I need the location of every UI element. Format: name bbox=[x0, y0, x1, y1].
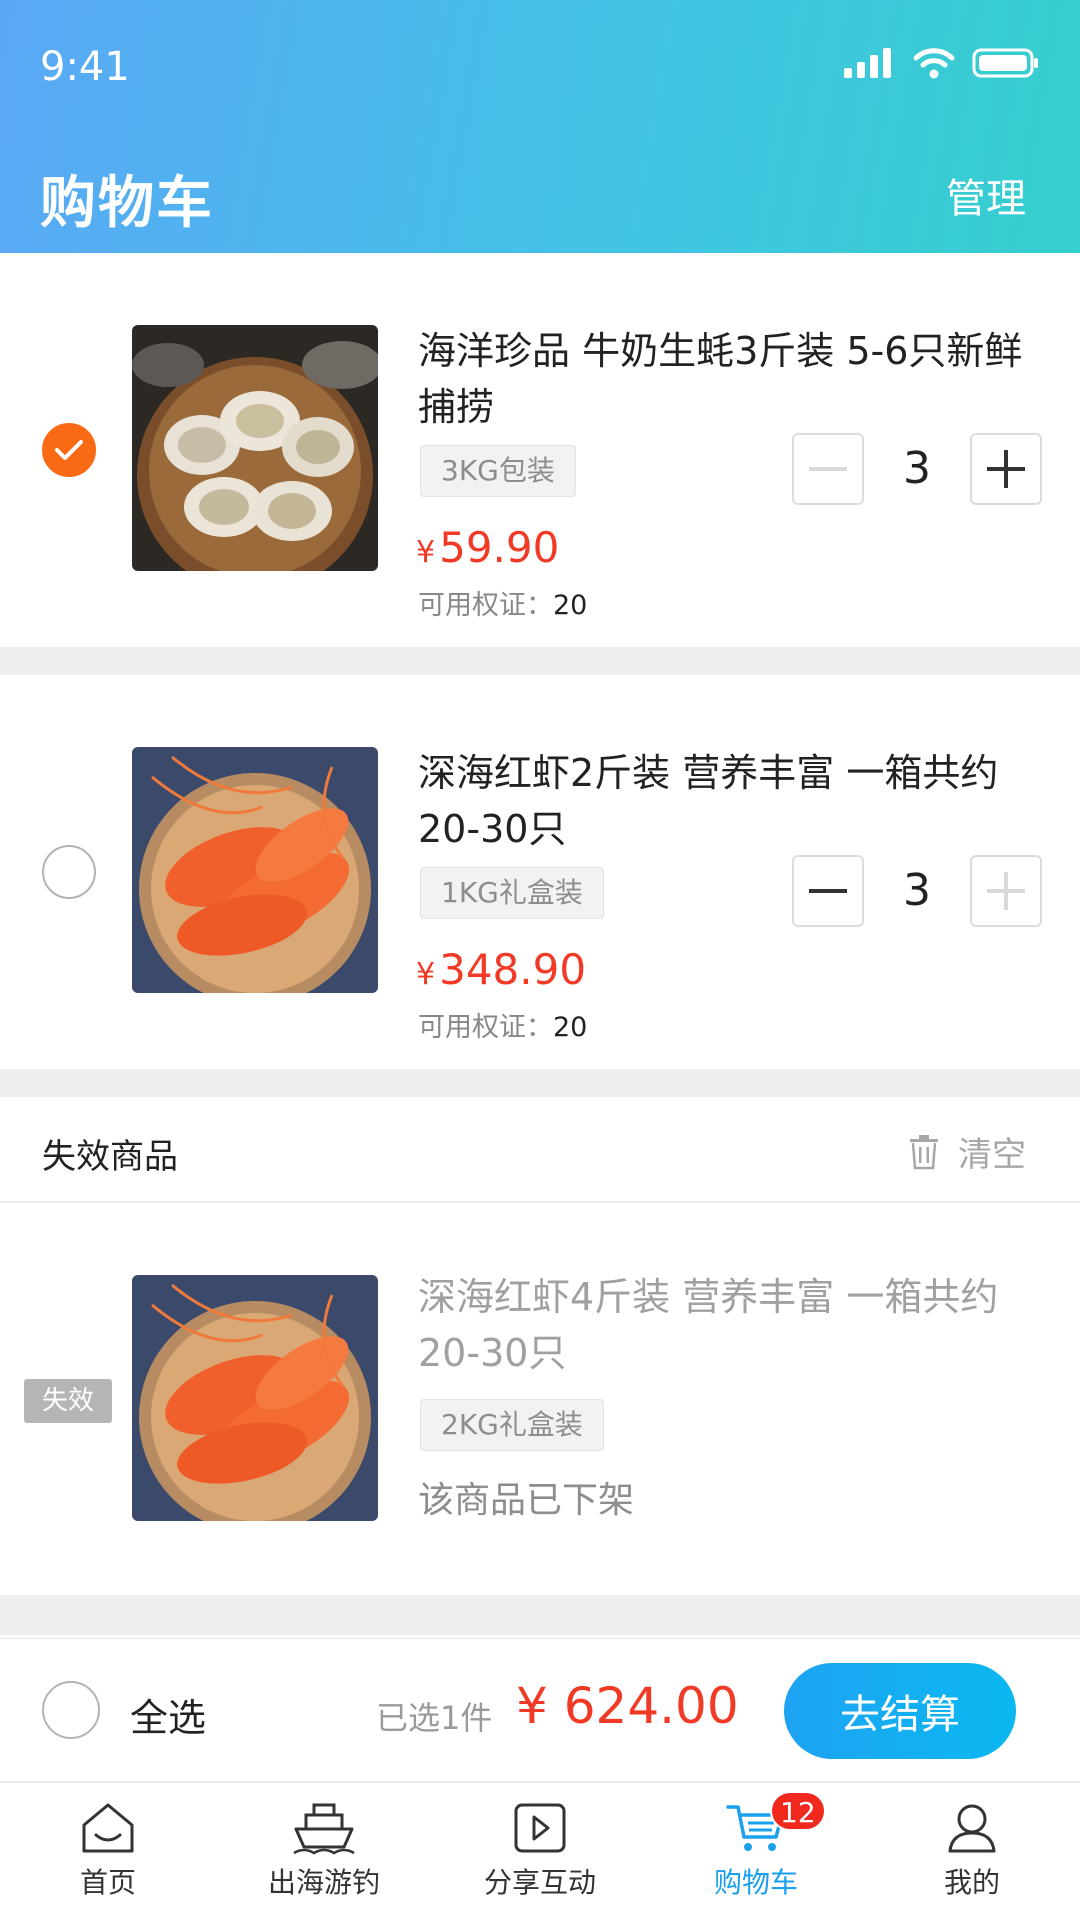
decrease-button[interactable] bbox=[792, 855, 864, 927]
product-name[interactable]: 海洋珍品 牛奶生蚝3斤装 5-6只新鲜捕捞 bbox=[418, 323, 1028, 435]
product-image[interactable] bbox=[132, 747, 378, 993]
plus-icon bbox=[987, 872, 1025, 910]
divider bbox=[0, 647, 1080, 675]
select-all-checkbox[interactable] bbox=[42, 1681, 100, 1739]
tab-cart[interactable]: 12 购物车 bbox=[648, 1783, 864, 1920]
plus-icon bbox=[987, 450, 1025, 488]
increase-button[interactable] bbox=[970, 433, 1042, 505]
tab-home[interactable]: 首页 bbox=[0, 1783, 216, 1920]
cart-count-badge: 12 bbox=[770, 1791, 826, 1831]
product-image[interactable] bbox=[132, 1275, 378, 1521]
ship-icon bbox=[293, 1803, 355, 1855]
clear-label: 清空 bbox=[958, 1135, 1026, 1175]
product-spec: 1KG礼盒装 bbox=[420, 867, 604, 919]
clear-button[interactable]: 清空 bbox=[908, 1127, 1026, 1176]
check-icon bbox=[55, 440, 83, 460]
select-all-label[interactable]: 全选 bbox=[130, 1687, 206, 1742]
home-icon bbox=[82, 1803, 134, 1853]
invalid-section-title: 失效商品 bbox=[42, 1137, 178, 1177]
voucher-label: 可用权证： bbox=[418, 590, 553, 621]
cart-content: 海洋珍品 牛奶生蚝3斤装 5-6只新鲜捕捞 3KG包装 ¥59.90 可用权证：… bbox=[0, 253, 1080, 1635]
divider bbox=[0, 1595, 1080, 1635]
voucher-value: 20 bbox=[553, 1012, 588, 1043]
invalid-item: 失效 深海红虾4斤装 营养丰富 一箱共约20-30只 2KG礼盒装 该商品已下架 bbox=[0, 1203, 1080, 1595]
offshelf-status: 该商品已下架 bbox=[418, 1480, 635, 1521]
minus-icon bbox=[809, 889, 847, 893]
currency-symbol: ¥ bbox=[416, 957, 436, 992]
tab-label: 分享互动 bbox=[483, 1866, 596, 1899]
oyster-image bbox=[132, 325, 378, 571]
currency-symbol: ¥ bbox=[416, 535, 436, 570]
tab-mine[interactable]: 我的 bbox=[864, 1783, 1080, 1920]
user-icon bbox=[948, 1804, 996, 1853]
header: 9:41 购物车 管理 bbox=[0, 0, 1080, 253]
checkout-bar: 全选 已选1件 ¥ 624.00 去结算 bbox=[0, 1638, 1080, 1781]
decrease-button[interactable] bbox=[792, 433, 864, 505]
trash-icon bbox=[910, 1134, 938, 1169]
play-icon bbox=[514, 1803, 566, 1853]
divider bbox=[0, 1069, 1080, 1097]
product-price: ¥59.90 bbox=[416, 523, 559, 572]
tab-bar: 首页 出海游钓 分享互动 12 购物车 我的 bbox=[0, 1781, 1080, 1920]
product-name[interactable]: 深海红虾2斤装 营养丰富 一箱共约20-30只 bbox=[418, 745, 1028, 857]
voucher-value: 20 bbox=[553, 590, 588, 621]
voucher-info: 可用权证：20 bbox=[418, 1005, 587, 1044]
checkout-button[interactable]: 去结算 bbox=[784, 1663, 1016, 1759]
quantity-value[interactable]: 3 bbox=[864, 443, 970, 494]
status-time: 9:41 bbox=[40, 44, 130, 90]
tab-label: 我的 bbox=[943, 1866, 1000, 1899]
tab-label: 出海游钓 bbox=[267, 1866, 380, 1899]
battery-icon bbox=[972, 48, 1038, 78]
wifi-icon bbox=[913, 48, 955, 79]
item-checkbox[interactable] bbox=[42, 845, 96, 899]
shrimp-image bbox=[132, 1275, 378, 1521]
increase-button[interactable] bbox=[970, 855, 1042, 927]
product-image[interactable] bbox=[132, 325, 378, 571]
page-title: 购物车 bbox=[40, 171, 214, 236]
selected-count: 已选1件 bbox=[376, 1699, 493, 1737]
item-checkbox[interactable] bbox=[42, 423, 96, 477]
cart-item: 海洋珍品 牛奶生蚝3斤装 5-6只新鲜捕捞 3KG包装 ¥59.90 可用权证：… bbox=[0, 253, 1080, 647]
tab-label: 购物车 bbox=[713, 1866, 798, 1899]
status-icons bbox=[842, 46, 1040, 80]
voucher-info: 可用权证：20 bbox=[418, 583, 587, 622]
invalid-section-header: 失效商品 清空 bbox=[0, 1097, 1080, 1203]
minus-icon bbox=[809, 467, 847, 471]
tab-fishing[interactable]: 出海游钓 bbox=[216, 1783, 432, 1920]
shrimp-image bbox=[132, 747, 378, 993]
invalid-badge: 失效 bbox=[24, 1379, 112, 1423]
signal-icon bbox=[844, 48, 891, 78]
quantity-stepper: 3 bbox=[792, 855, 1042, 927]
quantity-stepper: 3 bbox=[792, 433, 1042, 505]
product-spec: 3KG包装 bbox=[420, 445, 576, 497]
tab-share[interactable]: 分享互动 bbox=[432, 1783, 648, 1920]
price-value: 348.90 bbox=[439, 945, 587, 994]
cart-item: 深海红虾2斤装 营养丰富 一箱共约20-30只 1KG礼盒装 ¥348.90 可… bbox=[0, 675, 1080, 1069]
tab-label: 首页 bbox=[79, 1866, 136, 1899]
product-price: ¥348.90 bbox=[416, 945, 586, 994]
price-value: 59.90 bbox=[439, 523, 560, 572]
quantity-value[interactable]: 3 bbox=[864, 865, 970, 916]
product-spec: 2KG礼盒装 bbox=[420, 1399, 604, 1451]
voucher-label: 可用权证： bbox=[418, 1012, 553, 1043]
product-name: 深海红虾4斤装 营养丰富 一箱共约20-30只 bbox=[418, 1275, 999, 1375]
total-price: ¥ 624.00 bbox=[516, 1677, 739, 1735]
manage-button[interactable]: 管理 bbox=[946, 166, 1026, 224]
